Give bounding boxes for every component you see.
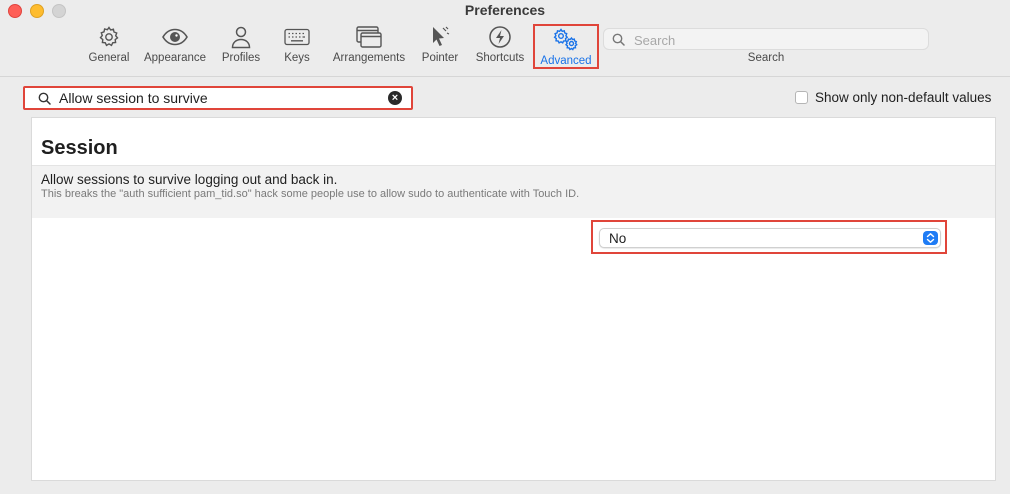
tab-shortcuts[interactable]: Shortcuts bbox=[471, 24, 529, 68]
clear-search-icon[interactable]: × bbox=[388, 91, 402, 105]
advanced-filter-input[interactable] bbox=[59, 89, 379, 107]
tab-pointer[interactable]: Pointer bbox=[419, 24, 461, 68]
setting-title: Allow sessions to survive logging out an… bbox=[41, 172, 338, 187]
settings-panel: Session Allow sessions to survive loggin… bbox=[31, 117, 996, 481]
window-title: Preferences bbox=[464, 2, 546, 18]
search-icon bbox=[38, 92, 51, 105]
tab-general-label: General bbox=[88, 52, 130, 64]
tab-keys[interactable]: Keys bbox=[279, 24, 315, 68]
gear-icon bbox=[97, 24, 121, 50]
tab-appearance[interactable]: Appearance bbox=[141, 24, 209, 68]
preferences-search-input[interactable] bbox=[632, 30, 926, 50]
tab-profiles-label: Profiles bbox=[221, 52, 261, 64]
tab-arrangements[interactable]: Arrangements bbox=[330, 24, 408, 68]
lightning-icon bbox=[488, 24, 512, 50]
person-icon bbox=[230, 24, 252, 50]
search-icon bbox=[612, 33, 625, 46]
setting-value-highlight: No bbox=[591, 220, 947, 254]
section-title: Session bbox=[41, 137, 118, 159]
gears-icon bbox=[552, 27, 580, 53]
tab-advanced[interactable]: Advanced bbox=[533, 24, 599, 69]
select-value: No bbox=[609, 231, 627, 246]
tab-general[interactable]: General bbox=[88, 24, 130, 68]
tab-advanced-label: Advanced bbox=[540, 55, 592, 67]
preferences-search-field[interactable] bbox=[603, 28, 929, 50]
tab-profiles[interactable]: Profiles bbox=[219, 24, 263, 68]
tab-keys-label: Keys bbox=[284, 52, 310, 64]
non-default-checkbox[interactable] bbox=[795, 91, 808, 104]
tab-shortcuts-label: Shortcuts bbox=[475, 52, 525, 64]
tab-arrangements-label: Arrangements bbox=[332, 52, 406, 64]
eye-icon bbox=[161, 24, 189, 50]
tab-appearance-label: Appearance bbox=[143, 52, 207, 64]
cursor-icon bbox=[428, 24, 452, 50]
setting-description: This breaks the "auth sufficient pam_tid… bbox=[41, 188, 580, 200]
windows-icon bbox=[356, 24, 382, 50]
setting-value-select[interactable]: No bbox=[599, 228, 941, 248]
setting-row: Allow sessions to survive logging out an… bbox=[32, 165, 995, 254]
advanced-filter-field[interactable]: × bbox=[23, 86, 413, 110]
tab-pointer-label: Pointer bbox=[421, 52, 459, 64]
keyboard-icon bbox=[284, 24, 310, 50]
title-bar: Preferences General Appearance Profiles … bbox=[0, 0, 1010, 77]
non-default-option[interactable]: Show only non-default values bbox=[795, 90, 991, 105]
search-label: Search bbox=[747, 52, 785, 64]
non-default-label: Show only non-default values bbox=[815, 90, 992, 105]
up-down-chevron-icon[interactable] bbox=[923, 231, 938, 245]
